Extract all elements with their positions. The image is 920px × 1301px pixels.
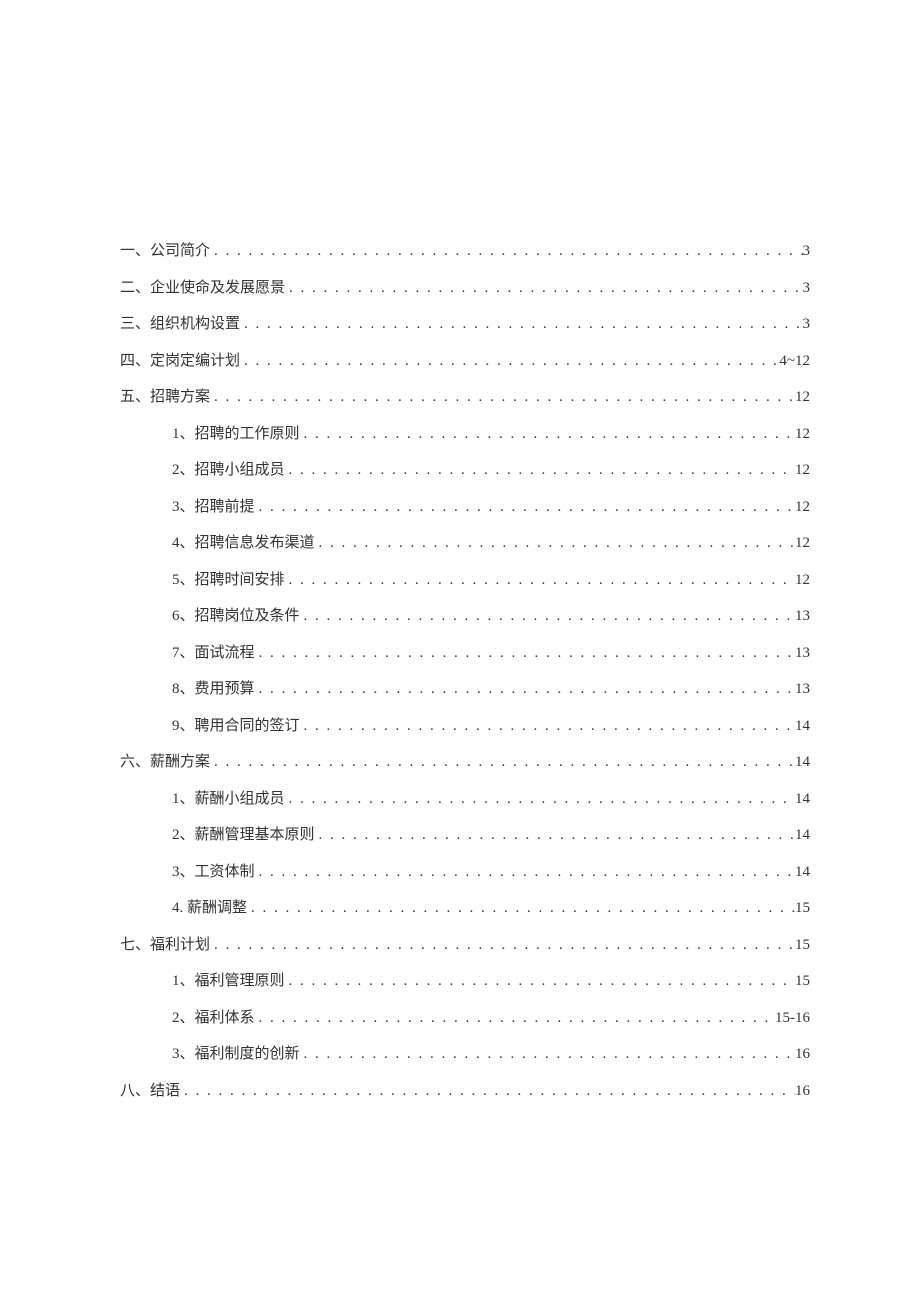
toc-page-number: 14 xyxy=(795,861,810,884)
toc-leader-dots xyxy=(285,788,795,811)
toc-leader-dots xyxy=(255,861,795,884)
toc-entry: 4. 薪酬调整 15 xyxy=(120,897,810,920)
toc-leader-dots xyxy=(285,569,795,592)
toc-page-number: 16 xyxy=(795,1043,810,1066)
toc-label: 1、招聘的工作原则 xyxy=(172,423,300,446)
toc-label: 一、公司简介 xyxy=(120,240,210,263)
toc-label: 2、招聘小组成员 xyxy=(172,459,285,482)
toc-page-number: 3 xyxy=(803,277,811,300)
toc-leader-dots xyxy=(247,897,795,920)
toc-leader-dots xyxy=(210,934,795,957)
toc-leader-dots xyxy=(255,678,795,701)
toc-leader-dots xyxy=(300,715,795,738)
toc-leader-dots xyxy=(300,423,795,446)
toc-label: 3、福利制度的创新 xyxy=(172,1043,300,1066)
toc-entry: 3、工资体制 14 xyxy=(120,861,810,884)
toc-label: 9、聘用合同的签订 xyxy=(172,715,300,738)
toc-page-number: 12 xyxy=(795,386,810,409)
toc-label: 1、福利管理原则 xyxy=(172,970,285,993)
toc-page-number: 12 xyxy=(795,496,810,519)
toc-entry: 三、组织机构设置 3 xyxy=(120,313,810,336)
toc-page-number: 12 xyxy=(795,423,810,446)
toc-page-number: 4~12 xyxy=(779,350,810,373)
toc-page-number: 12 xyxy=(795,532,810,555)
toc-page-number: 16 xyxy=(795,1080,810,1103)
toc-entry: 1、薪酬小组成员 14 xyxy=(120,788,810,811)
toc-page-number: 3 xyxy=(803,313,811,336)
toc-page-number: 12 xyxy=(795,569,810,592)
toc-page-number: 3 xyxy=(803,240,811,263)
toc-label: 二、企业使命及发展愿景 xyxy=(120,277,285,300)
toc-entry: 3、福利制度的创新 16 xyxy=(120,1043,810,1066)
toc-leader-dots xyxy=(240,313,802,336)
toc-label: 六、薪酬方案 xyxy=(120,751,210,774)
toc-leader-dots xyxy=(315,824,795,847)
toc-entry: 6、招聘岗位及条件 13 xyxy=(120,605,810,628)
toc-label: 三、组织机构设置 xyxy=(120,313,240,336)
toc-page-number: 15 xyxy=(795,897,810,920)
toc-entry: 9、聘用合同的签订 14 xyxy=(120,715,810,738)
toc-entry: 2、福利体系 15-16 xyxy=(120,1007,810,1030)
toc-label: 5、招聘时间安排 xyxy=(172,569,285,592)
toc-leader-dots xyxy=(240,350,779,373)
toc-page-number: 14 xyxy=(795,715,810,738)
toc-label: 6、招聘岗位及条件 xyxy=(172,605,300,628)
toc-page-number: 14 xyxy=(795,751,810,774)
toc-label: 1、薪酬小组成员 xyxy=(172,788,285,811)
toc-page-number: 12 xyxy=(795,459,810,482)
toc-entry: 二、企业使命及发展愿景 3 xyxy=(120,277,810,300)
toc-entry: 四、定岗定编计划 4~12 xyxy=(120,350,810,373)
toc-page-number: 14 xyxy=(795,788,810,811)
toc-entry: 一、公司简介 3 xyxy=(120,240,810,263)
toc-entry: 5、招聘时间安排 12 xyxy=(120,569,810,592)
toc-leader-dots xyxy=(285,459,795,482)
toc-entry: 1、招聘的工作原则 12 xyxy=(120,423,810,446)
toc-label: 2、福利体系 xyxy=(172,1007,255,1030)
toc-leader-dots xyxy=(315,532,795,555)
toc-label: 七、福利计划 xyxy=(120,934,210,957)
toc-entry: 3、招聘前提 12 xyxy=(120,496,810,519)
toc-entry: 七、福利计划 15 xyxy=(120,934,810,957)
toc-entry: 8、费用预算 13 xyxy=(120,678,810,701)
toc-leader-dots xyxy=(285,277,802,300)
toc-page-number: 15-16 xyxy=(775,1007,810,1030)
toc-leader-dots xyxy=(285,970,795,993)
toc-label: 四、定岗定编计划 xyxy=(120,350,240,373)
toc-entry: 2、薪酬管理基本原则 14 xyxy=(120,824,810,847)
toc-label: 4、招聘信息发布渠道 xyxy=(172,532,315,555)
toc-label: 8、费用预算 xyxy=(172,678,255,701)
toc-label: 2、薪酬管理基本原则 xyxy=(172,824,315,847)
toc-label: 3、招聘前提 xyxy=(172,496,255,519)
toc-page-number: 13 xyxy=(795,605,810,628)
toc-entry: 五、招聘方案 12 xyxy=(120,386,810,409)
toc-leader-dots xyxy=(255,642,795,665)
toc-leader-dots xyxy=(210,386,795,409)
toc-label: 7、面试流程 xyxy=(172,642,255,665)
toc-page-number: 13 xyxy=(795,642,810,665)
toc-leader-dots xyxy=(210,751,795,774)
toc-page-number: 15 xyxy=(795,970,810,993)
toc-label: 八、结语 xyxy=(120,1080,180,1103)
toc-leader-dots xyxy=(255,1007,775,1030)
toc-page-number: 13 xyxy=(795,678,810,701)
toc-leader-dots xyxy=(255,496,795,519)
toc-entry: 1、福利管理原则 15 xyxy=(120,970,810,993)
toc-entry: 八、结语 16 xyxy=(120,1080,810,1103)
toc-entry: 六、薪酬方案 14 xyxy=(120,751,810,774)
toc-leader-dots xyxy=(180,1080,795,1103)
toc-page-number: 14 xyxy=(795,824,810,847)
toc-entry: 4、招聘信息发布渠道 12 xyxy=(120,532,810,555)
document-page: 一、公司简介 3 二、企业使命及发展愿景 3 三、组织机构设置 3 四、定岗定编… xyxy=(0,0,920,1102)
toc-label: 3、工资体制 xyxy=(172,861,255,884)
toc-leader-dots xyxy=(300,605,795,628)
table-of-contents: 一、公司简介 3 二、企业使命及发展愿景 3 三、组织机构设置 3 四、定岗定编… xyxy=(120,240,810,1102)
toc-label: 五、招聘方案 xyxy=(120,386,210,409)
toc-leader-dots xyxy=(300,1043,795,1066)
toc-entry: 7、面试流程 13 xyxy=(120,642,810,665)
toc-label: 4. 薪酬调整 xyxy=(172,897,247,920)
toc-leader-dots xyxy=(210,240,802,263)
toc-entry: 2、招聘小组成员 12 xyxy=(120,459,810,482)
toc-page-number: 15 xyxy=(795,934,810,957)
